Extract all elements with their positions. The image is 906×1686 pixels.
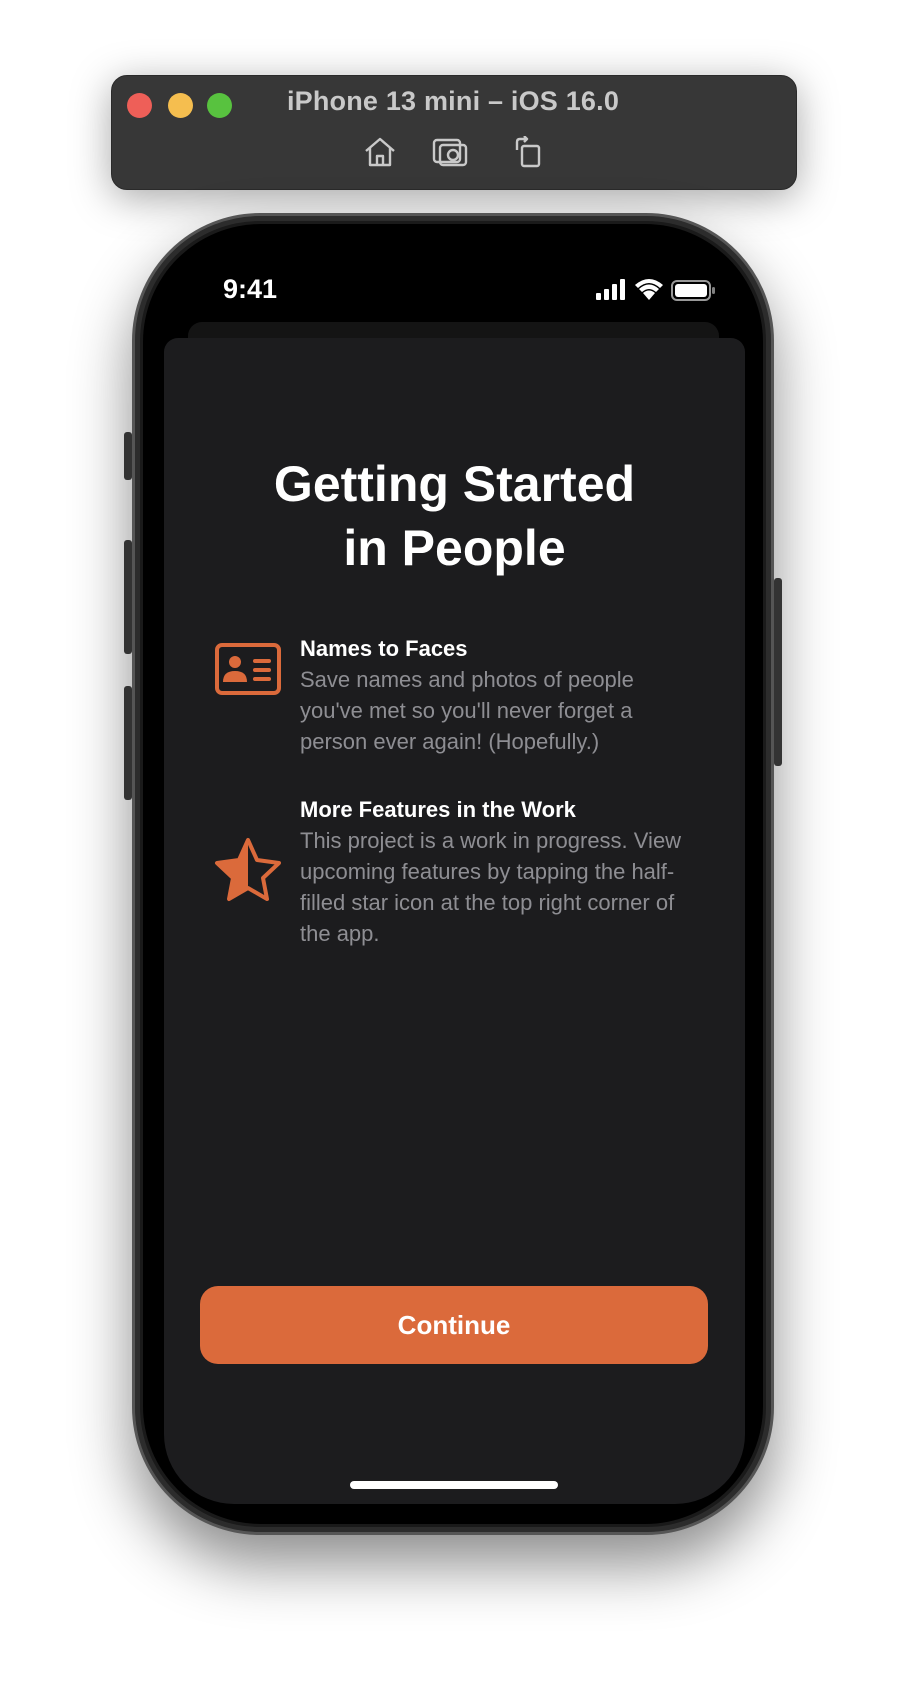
continue-button[interactable]: Continue — [200, 1286, 708, 1364]
person-id-card-icon — [214, 642, 282, 696]
feature-more-features: More Features in the Work This project i… — [300, 795, 700, 949]
feature-description: Save names and photos of people you've m… — [300, 667, 634, 754]
home-icon[interactable] — [362, 136, 398, 168]
volume-down-button — [124, 686, 132, 800]
rotate-icon[interactable] — [511, 135, 547, 168]
half-filled-star-icon — [214, 836, 282, 904]
power-button — [774, 578, 782, 766]
mute-switch — [124, 432, 132, 480]
status-time: 9:41 — [223, 274, 278, 304]
title-line-1: Getting Started — [273, 456, 636, 512]
volume-up-button — [124, 540, 132, 654]
battery-icon — [671, 280, 715, 301]
home-indicator[interactable] — [350, 1481, 558, 1489]
feature-names-to-faces: Names to Faces Save names and photos of … — [300, 634, 700, 757]
simulator-title: iPhone 13 mini – iOS 16.0 — [286, 86, 620, 116]
cellular-signal-icon — [596, 279, 625, 300]
screenshot-icon[interactable] — [432, 136, 468, 168]
status-icons — [596, 278, 716, 302]
title-line-2: in People — [343, 520, 566, 576]
page-title: Getting Started in People — [164, 452, 745, 580]
feature-title: Names to Faces — [300, 636, 468, 661]
feature-title: More Features in the Work — [300, 797, 576, 822]
wifi-icon — [635, 279, 663, 300]
feature-description: This project is a work in progress. View… — [300, 828, 682, 946]
